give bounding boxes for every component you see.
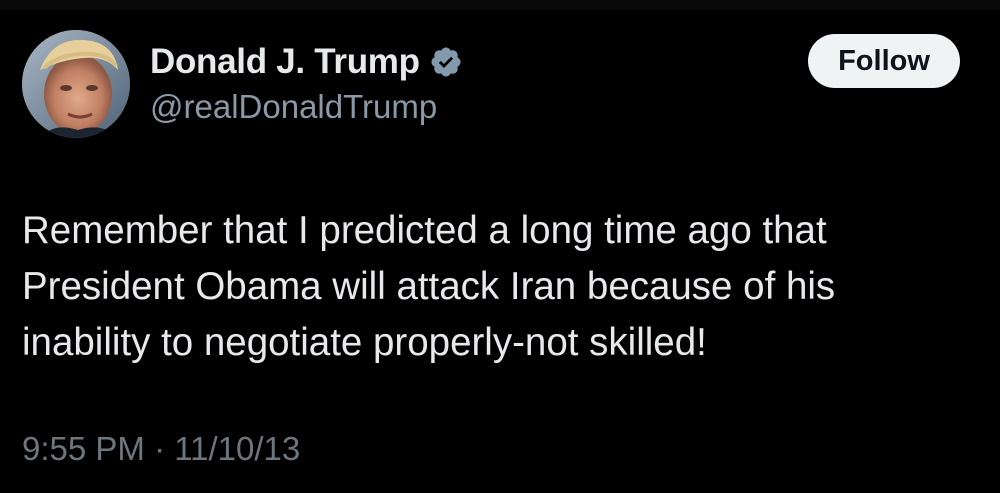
tweet-card: Donald J. Trump @realDonaldTrump Follow … [0, 0, 1000, 493]
follow-button[interactable]: Follow [808, 34, 960, 88]
tweet-date: 11/10/13 [174, 430, 301, 467]
author-handle[interactable]: @realDonaldTrump [150, 88, 437, 126]
tweet-time: 9:55 PM [22, 430, 145, 467]
avatar-photo-icon [22, 30, 130, 138]
avatar[interactable] [22, 30, 130, 138]
top-divider [0, 0, 1000, 10]
timestamp-separator: · [144, 430, 175, 467]
tweet-text: Remember that I predicted a long time ag… [22, 209, 836, 364]
verified-badge-icon[interactable] [429, 45, 463, 79]
author-name-row: Donald J. Trump [150, 40, 463, 84]
tweet-timestamp[interactable]: 9:55 PM · 11/10/13 [22, 430, 300, 468]
author-display-name[interactable]: Donald J. Trump [150, 42, 420, 82]
